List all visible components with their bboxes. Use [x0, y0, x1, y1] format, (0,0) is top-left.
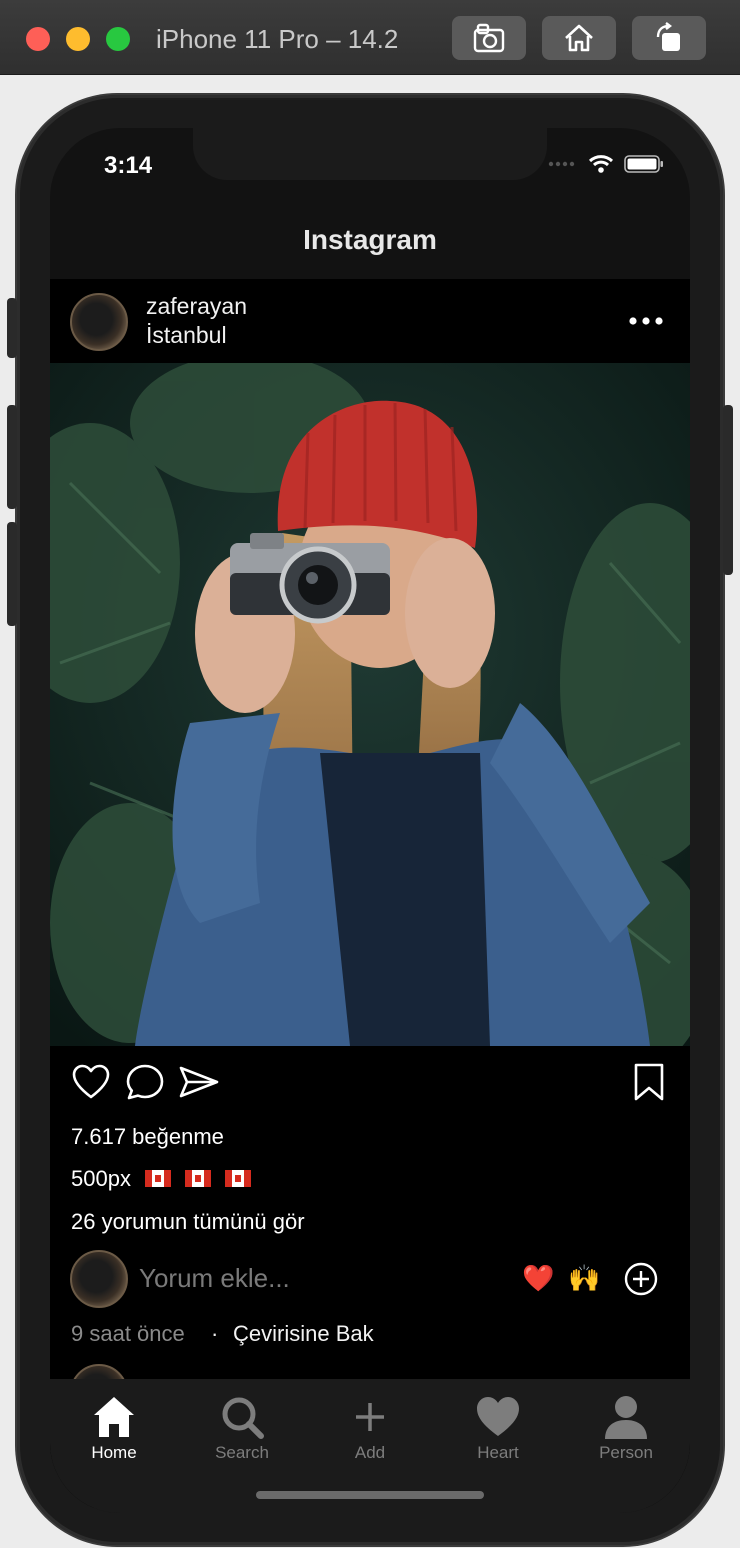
rotate-icon	[656, 22, 680, 51]
tab-add[interactable]: Add	[306, 1393, 434, 1463]
view-all-comments-link[interactable]: 26 yorumun tümünü gör	[71, 1209, 305, 1235]
tab-label: Heart	[477, 1443, 519, 1462]
post-timestamp: 9 saat önce	[71, 1321, 185, 1346]
simulator-titlebar: iPhone 11 Pro – 14.2	[0, 0, 740, 75]
add-circle-icon[interactable]	[624, 1262, 658, 1296]
tab-label: Home	[91, 1443, 137, 1462]
home-icon	[565, 24, 593, 52]
tab-search[interactable]: Search	[178, 1393, 306, 1463]
like-heart-icon[interactable]	[71, 1062, 111, 1102]
canada-flag-icon	[145, 1170, 172, 1187]
heart-emoji-button[interactable]: ❤️	[522, 1263, 554, 1294]
phone-screen: 3:14 Instagram zaferayan İstanbul 7.617 …	[50, 128, 690, 1513]
tab-label: Add	[354, 1443, 386, 1462]
screenshot-icon	[473, 23, 505, 53]
home-icon	[94, 1397, 134, 1437]
power-button	[723, 405, 733, 575]
raising-hands-emoji-button[interactable]: 🙌	[568, 1263, 600, 1294]
more-options-icon[interactable]	[628, 315, 664, 327]
post-location[interactable]: İstanbul	[146, 322, 227, 349]
volume-down-button	[7, 522, 17, 626]
battery-icon	[624, 155, 663, 173]
notch	[193, 128, 547, 180]
commenter-avatar	[70, 1250, 128, 1308]
share-send-icon[interactable]	[179, 1062, 219, 1102]
search-icon	[222, 1397, 264, 1439]
screenshot-button[interactable]	[452, 16, 526, 60]
comment-input[interactable]: Yorum ekle...	[139, 1263, 290, 1294]
tab-label: Search	[215, 1443, 269, 1462]
like-count[interactable]: 7.617 beğenme	[71, 1124, 224, 1150]
photo-illustration	[50, 363, 690, 1046]
zoom-window-button[interactable]	[106, 27, 130, 51]
post-username[interactable]: zaferayan	[146, 293, 247, 320]
plus-icon	[356, 1403, 384, 1431]
tab-label: Person	[599, 1443, 653, 1462]
canada-flag-icon	[185, 1170, 212, 1187]
comment-icon[interactable]	[125, 1062, 165, 1102]
status-icons	[548, 154, 664, 174]
post-photo[interactable]	[50, 363, 690, 1046]
see-translation-link[interactable]: Çevirisine Bak	[233, 1321, 374, 1347]
cellular-signal-icon	[548, 161, 575, 167]
window-title: iPhone 11 Pro – 14.2	[156, 24, 399, 54]
volume-up-button	[7, 405, 17, 509]
bookmark-icon[interactable]	[632, 1062, 666, 1102]
close-window-button[interactable]	[26, 27, 50, 51]
separator-dot: ·	[211, 1321, 219, 1346]
tab-heart[interactable]: Heart	[434, 1393, 562, 1463]
tab-person[interactable]: Person	[562, 1393, 690, 1463]
tab-home[interactable]: Home	[50, 1393, 178, 1463]
heart-icon	[477, 1397, 519, 1436]
rotate-button[interactable]	[632, 16, 706, 60]
post-header: zaferayan İstanbul	[50, 279, 690, 363]
home-indicator[interactable]	[256, 1491, 484, 1499]
person-icon	[605, 1396, 647, 1439]
page-title: Instagram	[303, 224, 437, 255]
mute-switch	[7, 298, 17, 358]
status-time: 3:14	[104, 152, 153, 179]
home-button[interactable]	[542, 16, 616, 60]
minimize-window-button[interactable]	[66, 27, 90, 51]
wifi-icon	[588, 155, 614, 173]
avatar[interactable]	[70, 293, 128, 351]
post-caption: 500px	[71, 1166, 252, 1192]
canada-flag-icon	[225, 1170, 252, 1187]
caption-username[interactable]: 500px	[71, 1166, 131, 1191]
